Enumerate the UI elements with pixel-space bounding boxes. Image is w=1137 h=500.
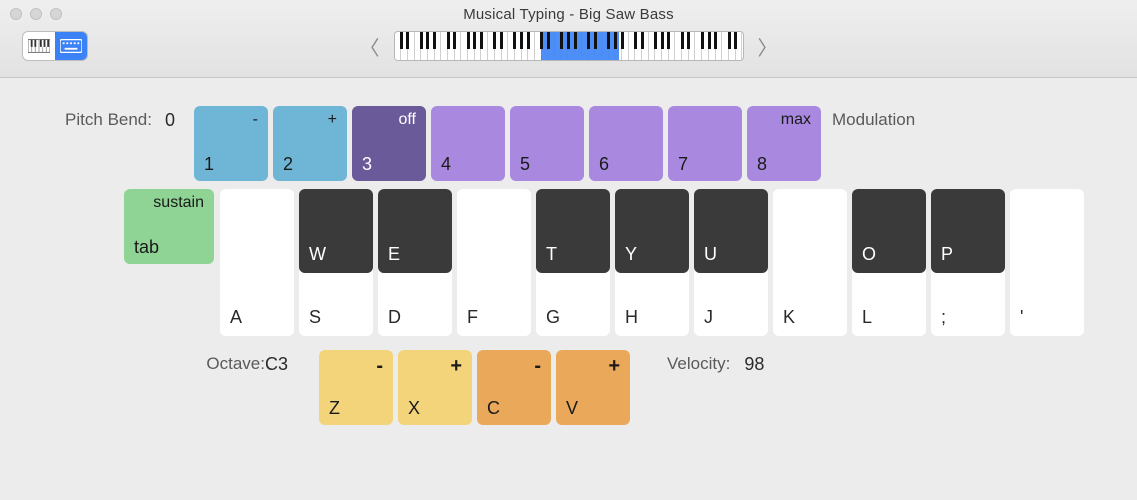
number-key-top: -	[204, 111, 258, 129]
octave-key-top: -	[487, 355, 541, 378]
sustain-key[interactable]: sustain tab	[124, 189, 214, 264]
number-key-bottom: 8	[757, 154, 811, 175]
black-key-W[interactable]: W	[299, 189, 373, 273]
white-key-label: G	[546, 307, 560, 328]
black-key-label: W	[309, 244, 326, 265]
number-key-top: +	[283, 111, 337, 129]
mini-keyboard-nav: 〈 〉	[356, 28, 782, 65]
white-key-label: '	[1020, 307, 1023, 328]
white-key-label: J	[704, 307, 713, 328]
black-key-label: Y	[625, 244, 637, 265]
sustain-key-label: tab	[134, 237, 204, 258]
number-key-bottom: 1	[204, 154, 258, 175]
octave-key-Z[interactable]: -Z	[319, 350, 393, 425]
octave-key-bottom: Z	[329, 398, 383, 419]
keyboard-icon	[60, 39, 82, 53]
octave-key-X[interactable]: +X	[398, 350, 472, 425]
pitch-bend-value: 0	[156, 106, 184, 131]
black-key-label: P	[941, 244, 953, 265]
number-key-bottom: 3	[362, 154, 416, 175]
number-key-bottom: 5	[520, 154, 574, 175]
number-key-top: max	[757, 111, 811, 129]
mini-keyboard[interactable]	[394, 31, 744, 61]
piano-keyboard: A S D F G H J K L; ' W E T Y U O P	[220, 189, 1093, 336]
black-key-Y[interactable]: Y	[615, 189, 689, 273]
octave-value: C3	[265, 350, 319, 375]
musical-typing-window: Musical Typing - Big Saw Bass	[0, 0, 1137, 500]
number-key-3[interactable]: off 3	[352, 106, 426, 181]
typing-view-button[interactable]	[55, 32, 87, 60]
view-toggle	[22, 31, 88, 61]
body: Pitch Bend: 0 -1+2off34567max8 Modulatio…	[0, 78, 1137, 425]
octave-key-bottom: C	[487, 398, 541, 419]
white-key-label: H	[625, 307, 638, 328]
number-key-top: off	[362, 111, 416, 129]
black-key-label: T	[546, 244, 557, 265]
number-key-bottom: 6	[599, 154, 653, 175]
octave-key-bottom: V	[566, 398, 620, 419]
bottom-row: Octave: C3 -Z+X-C+V Velocity: 98	[44, 350, 1093, 425]
pitch-row: Pitch Bend: 0 -1+2off34567max8 Modulatio…	[44, 106, 1093, 181]
octave-prev-button[interactable]: 〈	[356, 28, 384, 65]
number-key-8[interactable]: max 8	[747, 106, 821, 181]
number-key-6[interactable]: 6	[589, 106, 663, 181]
number-key-1[interactable]: -1	[194, 106, 268, 181]
number-key-4[interactable]: 4	[431, 106, 505, 181]
black-key-label: O	[862, 244, 876, 265]
octave-next-button[interactable]: 〉	[754, 28, 782, 65]
octave-key-C[interactable]: -C	[477, 350, 551, 425]
close-icon[interactable]	[10, 8, 22, 20]
zoom-icon[interactable]	[50, 8, 62, 20]
white-key-label: A	[230, 307, 242, 328]
black-key-U[interactable]: U	[694, 189, 768, 273]
octave-key-bottom: X	[408, 398, 462, 419]
number-key-bottom: 4	[441, 154, 495, 175]
white-key-label: S	[309, 307, 321, 328]
number-key-bottom: 7	[678, 154, 732, 175]
piano-view-button[interactable]	[23, 32, 55, 60]
black-key-O[interactable]: O	[852, 189, 926, 273]
sustain-label: sustain	[134, 194, 204, 212]
window-title: Musical Typing - Big Saw Bass	[463, 6, 674, 23]
minimize-icon[interactable]	[30, 8, 42, 20]
toolbar: 〈 〉	[0, 31, 1137, 61]
titlebar: Musical Typing - Big Saw Bass	[0, 0, 1137, 78]
white-key-label: D	[388, 307, 401, 328]
white-key-label: F	[467, 307, 478, 328]
pitch-bend-label: Pitch Bend:	[44, 106, 152, 130]
black-key-label: E	[388, 244, 400, 265]
octave-key-V[interactable]: +V	[556, 350, 630, 425]
number-key-2[interactable]: +2	[273, 106, 347, 181]
number-key-bottom: 2	[283, 154, 337, 175]
white-key-label: K	[783, 307, 795, 328]
octave-key-top: +	[408, 355, 462, 378]
octave-key-top: -	[329, 355, 383, 378]
piano-icon	[28, 39, 50, 53]
black-key-E[interactable]: E	[378, 189, 452, 273]
white-key-label: L	[862, 307, 872, 328]
black-key-P[interactable]: P	[931, 189, 1005, 273]
modulation-label: Modulation	[832, 106, 915, 130]
number-key-5[interactable]: 5	[510, 106, 584, 181]
white-key-label: ;	[941, 307, 946, 328]
octave-label: Octave:	[44, 350, 265, 374]
black-key-label: U	[704, 244, 717, 265]
velocity-label: Velocity:	[667, 350, 730, 374]
number-key-7[interactable]: 7	[668, 106, 742, 181]
velocity-value: 98	[744, 350, 764, 375]
black-key-T[interactable]: T	[536, 189, 610, 273]
octave-key-top: +	[566, 355, 620, 378]
keyboard-row: sustain tab A S D F G H J K L; ' W E T Y U O P	[44, 189, 1093, 336]
traffic-lights	[10, 8, 62, 20]
